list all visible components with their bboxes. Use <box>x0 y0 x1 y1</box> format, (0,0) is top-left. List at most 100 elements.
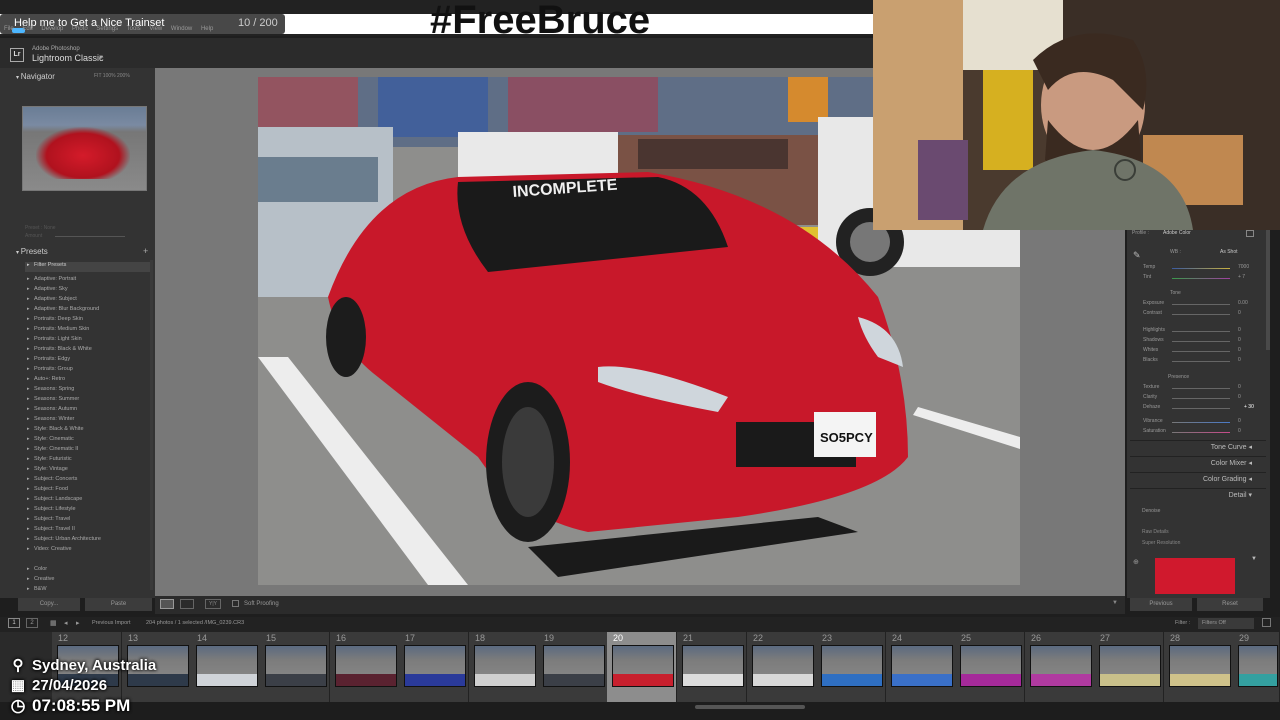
preset-item[interactable]: Auto+: Retro <box>25 376 150 386</box>
whites-value[interactable]: 0 <box>1238 347 1241 353</box>
dehaze-value[interactable]: + 30 <box>1244 404 1254 410</box>
preset-item[interactable]: Seasons: Autumn <box>25 406 150 416</box>
preset-item[interactable]: Style: Futuristic <box>25 456 150 466</box>
film-thumb-18[interactable]: 18 <box>469 632 539 702</box>
filter-lock-icon[interactable] <box>1262 618 1271 627</box>
menu-tools[interactable]: Tools <box>127 26 141 32</box>
preset-item[interactable]: Subject: Travel <box>25 516 150 526</box>
preset-group[interactable]: Color <box>25 566 150 576</box>
texture-value[interactable]: 0 <box>1238 384 1241 390</box>
before-after-icon[interactable] <box>180 599 194 609</box>
section-tone-curve[interactable]: Tone Curve ◂ <box>1130 440 1266 454</box>
exposure-slider[interactable] <box>1172 304 1230 305</box>
add-preset-icon[interactable]: + <box>143 246 148 256</box>
forward-arrow-icon[interactable]: ▸ <box>76 619 80 627</box>
menu-settings[interactable]: Settings <box>96 26 118 32</box>
shadows-slider[interactable] <box>1172 341 1230 342</box>
saturation-slider[interactable] <box>1172 432 1230 433</box>
previous-button[interactable]: Previous <box>1130 598 1192 611</box>
preset-group[interactable]: B&W <box>25 586 150 596</box>
film-thumb-15[interactable]: 15 <box>260 632 330 702</box>
reset-button[interactable]: Reset <box>1197 598 1263 611</box>
filter-dropdown[interactable]: Filters Off <box>1198 618 1254 629</box>
soft-proofing-checkbox[interactable] <box>232 600 239 607</box>
clarity-value[interactable]: 0 <box>1238 394 1241 400</box>
tint-slider[interactable] <box>1172 278 1230 279</box>
tint-value[interactable]: + 7 <box>1238 274 1245 280</box>
preset-item[interactable]: Style: Vintage <box>25 466 150 476</box>
vibrance-slider[interactable] <box>1172 422 1230 423</box>
back-arrow-icon[interactable]: ◂ <box>64 619 68 627</box>
contrast-slider[interactable] <box>1172 314 1230 315</box>
target-adjust-icon[interactable]: ⊕ <box>1133 558 1139 566</box>
super-resolution-label[interactable]: Super Resolution <box>1142 540 1180 546</box>
preset-item[interactable]: Subject: Travel II <box>25 526 150 536</box>
amount-slider[interactable] <box>55 236 125 237</box>
film-thumb-24[interactable]: 24 <box>886 632 956 702</box>
swatch-dropdown-icon[interactable]: ▼ <box>1251 556 1257 562</box>
preset-item[interactable]: Style: Cinematic II <box>25 446 150 456</box>
blacks-value[interactable]: 0 <box>1238 357 1241 363</box>
profile-value[interactable]: Adobe Color <box>1163 230 1191 236</box>
film-thumb-19[interactable]: 19 <box>538 632 608 702</box>
preset-item[interactable]: Style: Cinematic <box>25 436 150 446</box>
exposure-value[interactable]: 0.00 <box>1238 300 1248 306</box>
film-thumb-25[interactable]: 25 <box>955 632 1025 702</box>
film-thumb-17[interactable]: 17 <box>399 632 469 702</box>
chevron-down-icon[interactable]: ▼ <box>98 55 104 61</box>
menu-develop[interactable]: Develop <box>41 26 63 32</box>
menu-edit[interactable]: Edit <box>22 26 32 32</box>
preset-item[interactable]: Portraits: Light Skin <box>25 336 150 346</box>
color-swatch[interactable] <box>1155 558 1235 594</box>
section-color-grading[interactable]: Color Grading ◂ <box>1130 472 1266 486</box>
presets-header[interactable]: ▾ Presets <box>16 247 48 256</box>
preset-item[interactable]: Adaptive: Sky <box>25 286 150 296</box>
preset-item[interactable]: Portraits: Group <box>25 366 150 376</box>
preset-item[interactable]: Filter Presets <box>25 262 150 272</box>
film-thumb-21[interactable]: 21 <box>677 632 747 702</box>
paste-button[interactable]: Paste <box>85 598 152 611</box>
preset-item[interactable]: Adaptive: Blur Background <box>25 306 150 316</box>
shadows-value[interactable]: 0 <box>1238 337 1241 343</box>
copy-button[interactable]: Copy... <box>18 598 80 611</box>
menu-photo[interactable]: Photo <box>72 26 88 32</box>
film-thumb-23[interactable]: 23 <box>816 632 886 702</box>
preset-item[interactable]: Adaptive: Subject <box>25 296 150 306</box>
loupe-view-icon[interactable] <box>160 599 174 609</box>
film-thumb-20-selected[interactable]: 20 <box>607 632 677 702</box>
highlights-value[interactable]: 0 <box>1238 327 1241 333</box>
film-thumb-14[interactable]: 14 <box>191 632 261 702</box>
monitor-1-icon[interactable]: 1 <box>8 618 20 628</box>
preset-item[interactable]: Subject: Lifestyle <box>25 506 150 516</box>
texture-slider[interactable] <box>1172 388 1230 389</box>
preset-item[interactable]: Seasons: Summer <box>25 396 150 406</box>
app-name[interactable]: Lightroom Classic <box>32 53 104 63</box>
wb-value[interactable]: As Shot <box>1220 249 1238 255</box>
film-thumb-28[interactable]: 28 <box>1164 632 1234 702</box>
filmstrip-scrollbar[interactable] <box>695 705 805 709</box>
temp-slider[interactable] <box>1172 268 1230 269</box>
preset-item[interactable]: Adaptive: Portrait <box>25 276 150 286</box>
highlights-slider[interactable] <box>1172 331 1230 332</box>
saturation-value[interactable]: 0 <box>1238 428 1241 434</box>
section-color-mixer[interactable]: Color Mixer ◂ <box>1130 456 1266 470</box>
temp-value[interactable]: 7000 <box>1238 264 1249 270</box>
preset-item[interactable]: Seasons: Winter <box>25 416 150 426</box>
section-detail[interactable]: Detail ▾ <box>1130 488 1266 502</box>
preset-item[interactable]: Style: Black & White <box>25 426 150 436</box>
split-view-icon[interactable]: Y|Y <box>205 599 221 609</box>
menu-file[interactable]: File <box>4 26 14 32</box>
monitor-2-icon[interactable]: 2 <box>26 618 38 628</box>
film-thumb-29[interactable]: 29 <box>1233 632 1280 702</box>
menu-help[interactable]: Help <box>201 26 213 32</box>
preset-item[interactable]: Seasons: Spring <box>25 386 150 396</box>
contrast-value[interactable]: 0 <box>1238 310 1241 316</box>
film-thumb-26[interactable]: 26 <box>1025 632 1095 702</box>
whites-slider[interactable] <box>1172 351 1230 352</box>
menu-view[interactable]: View <box>149 26 162 32</box>
raw-details-label[interactable]: Raw Details <box>1142 529 1169 535</box>
film-thumb-27[interactable]: 27 <box>1094 632 1164 702</box>
preset-item[interactable]: Portraits: Deep Skin <box>25 316 150 326</box>
preset-item[interactable]: Subject: Concerts <box>25 476 150 486</box>
clarity-slider[interactable] <box>1172 398 1230 399</box>
